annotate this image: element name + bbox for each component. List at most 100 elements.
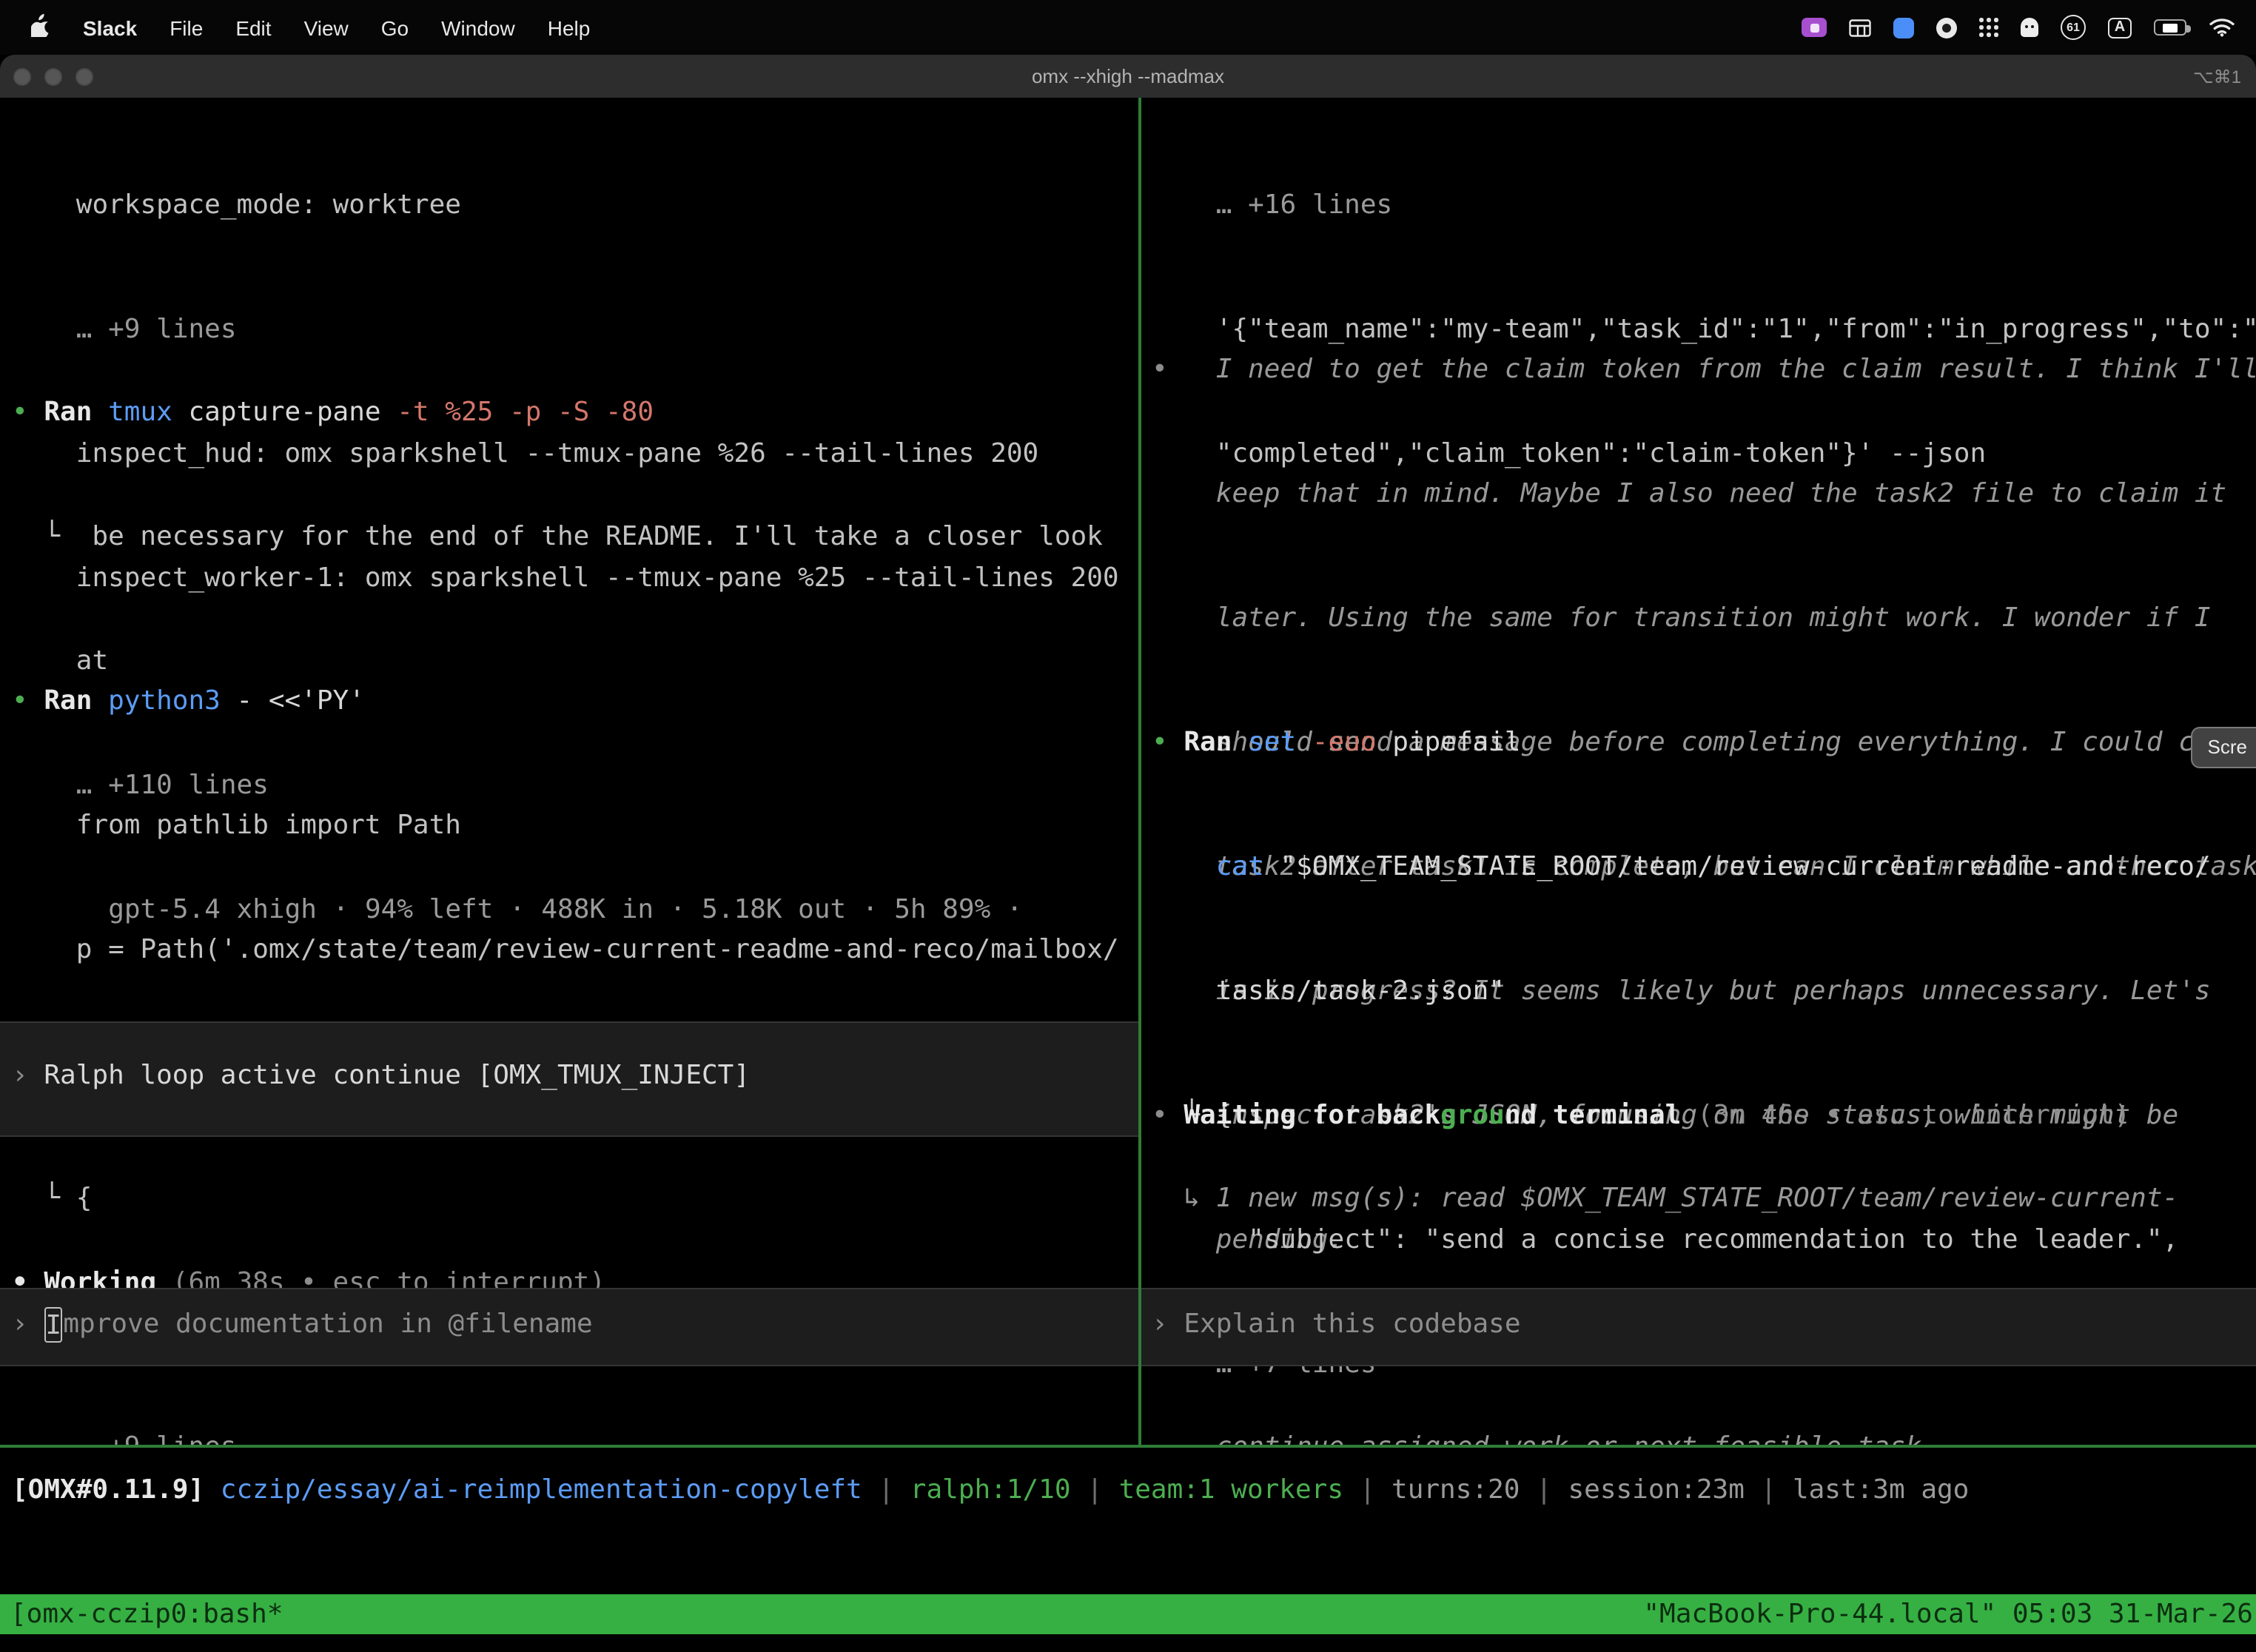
tmux-session-name: [omx-cczip0:bash* xyxy=(0,1594,283,1635)
pane-divider[interactable] xyxy=(1138,98,1141,1445)
apple-menu[interactable] xyxy=(15,13,67,41)
close-button[interactable] xyxy=(13,67,31,85)
command-name: set xyxy=(1248,727,1312,758)
terminal-content: workspace_mode: worktree … +9 lines insp… xyxy=(0,98,2256,1652)
screen: Slack File Edit View Go Window Help 61 A xyxy=(0,0,2256,1652)
round-app-icon[interactable] xyxy=(1936,17,1957,38)
menu-app-name[interactable]: Slack xyxy=(67,16,153,39)
raycast-icon[interactable] xyxy=(1893,17,1914,38)
text-cursor: I xyxy=(44,1307,61,1343)
zoom-button[interactable] xyxy=(75,67,93,85)
command-body: tasks/task-2.json" xyxy=(1152,971,2256,1013)
window-title-bar[interactable]: omx --xhigh --madmax ⌥⌘1 xyxy=(0,55,2256,98)
inject-banner-text: Ralph loop active continue [OMX_TMUX_INJ… xyxy=(44,1060,750,1091)
tmux-pane-left[interactable]: workspace_mode: worktree … +9 lines insp… xyxy=(0,98,1138,1445)
omx-turns: turns:20 xyxy=(1391,1474,1520,1505)
menu-file[interactable]: File xyxy=(153,16,219,39)
omx-version: [OMX#0.11.9] xyxy=(12,1474,221,1505)
minimize-button[interactable] xyxy=(44,67,62,85)
separator: | xyxy=(1343,1474,1391,1505)
menu-go[interactable]: Go xyxy=(365,16,425,39)
command-body: cat "$OMX_TEAM_STATE_ROOT/team/review-cu… xyxy=(1152,847,2256,888)
input-source-icon[interactable]: A xyxy=(2108,17,2132,38)
prompt-input-right[interactable]: › Explain this codebase xyxy=(1141,1288,2256,1366)
bullet-icon: • xyxy=(1152,727,1184,758)
menu-bar-left: Slack File Edit View Go Window Help xyxy=(0,13,606,41)
menu-view[interactable]: View xyxy=(288,16,365,39)
command-body: p = Path('.omx/state/team/review-current… xyxy=(12,930,1138,971)
prompt-chevron-icon: › xyxy=(12,1309,44,1340)
battery-icon[interactable] xyxy=(2154,19,2186,36)
prompt-line[interactable]: › Improve documentation in @filename xyxy=(0,1289,1138,1346)
command-name: cat xyxy=(1216,851,1280,882)
omx-ralph-counter: ralph:1/10 xyxy=(910,1474,1071,1505)
separator: | xyxy=(862,1474,910,1505)
window-title: omx --xhigh --madmax xyxy=(0,65,2256,87)
menu-window[interactable]: Window xyxy=(425,16,531,39)
right-status-block: gpt-5.4 xhigh · 94% left · 488K in · 5.1… xyxy=(1152,1387,2256,1445)
window-shortcut: ⌥⌘1 xyxy=(2193,66,2256,87)
thinking-line: • I need to get the claim token from the… xyxy=(1152,349,2256,391)
message-text: 1 new msg(s): read $OMX_TEAM_STATE_ROOT/… xyxy=(1216,1183,2178,1214)
battery-fill xyxy=(2163,23,2178,32)
command-output: └ be necessary for the end of the README… xyxy=(12,517,1138,558)
command-body: from pathlib import Path xyxy=(12,805,1138,847)
omx-team-workers: team:1 workers xyxy=(1119,1474,1343,1505)
command-name: python3 xyxy=(108,685,236,716)
bullet-icon: • xyxy=(1152,354,1216,385)
separator: | xyxy=(1745,1474,1793,1505)
menu-edit[interactable]: Edit xyxy=(219,16,287,39)
battery-percent-badge[interactable]: 61 xyxy=(2061,15,2086,40)
ran-label: Ran xyxy=(44,397,108,428)
prompt-line[interactable]: › Explain this codebase xyxy=(1141,1289,2256,1346)
inject-banner: › Ralph loop active continue [OMX_TMUX_I… xyxy=(0,1021,1138,1137)
prompt-placeholder: mprove documentation in @filename xyxy=(63,1309,592,1340)
command-sub: capture-pane xyxy=(188,397,397,428)
command-string: "$OMX_TEAM_STATE_ROOT/team/review-curren… xyxy=(1280,851,2211,882)
prompt-chevron-icon: › xyxy=(1152,1309,1184,1340)
ran-label: Ran xyxy=(44,685,108,716)
terminal-window: omx --xhigh --madmax ⌥⌘1 workspace_mode:… xyxy=(0,55,2256,1652)
ghost-app-icon[interactable] xyxy=(2021,18,2038,37)
command-args: - <<'PY' xyxy=(237,685,365,716)
ran-label: Ran xyxy=(1184,727,1248,758)
hud-separator xyxy=(0,1445,2256,1448)
tmux-status-bar: [omx-cczip0:bash* "MacBook-Pro-44.local"… xyxy=(0,1594,2256,1634)
menu-help[interactable]: Help xyxy=(531,16,607,39)
prompt-placeholder: Explain this codebase xyxy=(1184,1309,1520,1340)
menu-bar-status-icons: 61 A xyxy=(1802,15,2256,40)
screen-edge-overlay[interactable]: Scre xyxy=(2192,727,2256,768)
tmux-host-clock: "MacBook-Pro-44.local" 05:03 31-Mar-26 xyxy=(1643,1594,2256,1635)
command-name: tmux xyxy=(108,397,188,428)
wifi-icon[interactable] xyxy=(2209,18,2235,37)
command-line: • Ran tmux capture-pane -t %25 -p -S -80 xyxy=(12,392,1138,434)
thinking-text: I need to get the claim token from the c… xyxy=(1216,354,2256,385)
command-flags: -euo xyxy=(1312,727,1392,758)
chevron-icon: › xyxy=(12,1060,44,1091)
arrow-icon: ↳ xyxy=(1184,1183,1215,1214)
prompt-input-left[interactable]: › Improve documentation in @filename xyxy=(0,1288,1138,1366)
left-status-block: gpt-5.4 xhigh · essay/ai-reimplementatio… xyxy=(12,1387,1138,1445)
command-line: • Ran python3 - <<'PY' xyxy=(12,681,1138,722)
separator: | xyxy=(1071,1474,1119,1505)
app-grid-icon[interactable] xyxy=(1979,18,1998,37)
omx-session-time: session:23m xyxy=(1568,1474,1744,1505)
omx-status-line: [OMX#0.11.9] cczip/essay/ai-reimplementa… xyxy=(12,1470,2256,1511)
thinking-line: later. Using the same for transition mig… xyxy=(1152,598,2256,639)
thinking-line: keep that in mind. Maybe I also need the… xyxy=(1152,474,2256,515)
command-args: pipefail xyxy=(1392,727,1520,758)
battery-tip xyxy=(2186,24,2190,32)
tmux-pane-right[interactable]: … +16 lines '{"team_name":"my-team","tas… xyxy=(1141,98,2256,1445)
command-line: • Ran set -euo pipefail xyxy=(1152,722,2256,764)
overlay-label: Scre xyxy=(2208,727,2247,768)
command-flags: -t %25 -p -S -80 xyxy=(397,397,654,428)
record-stop-icon xyxy=(1810,23,1819,32)
screen-recording-indicator-icon[interactable] xyxy=(1802,18,1827,37)
omx-last-activity: last:3m ago xyxy=(1793,1474,1969,1505)
terminal-line: workspace_mode: worktree xyxy=(12,185,1138,226)
menu-bar: Slack File Edit View Go Window Help 61 A xyxy=(0,0,2256,55)
omx-session-path: cczip/essay/ai-reimplementation-copyleft xyxy=(221,1474,862,1505)
collapsed-lines-indicator: … +16 lines xyxy=(1152,185,2256,226)
grid-table-icon[interactable] xyxy=(1849,19,1871,36)
bullet-icon: • xyxy=(12,685,44,716)
